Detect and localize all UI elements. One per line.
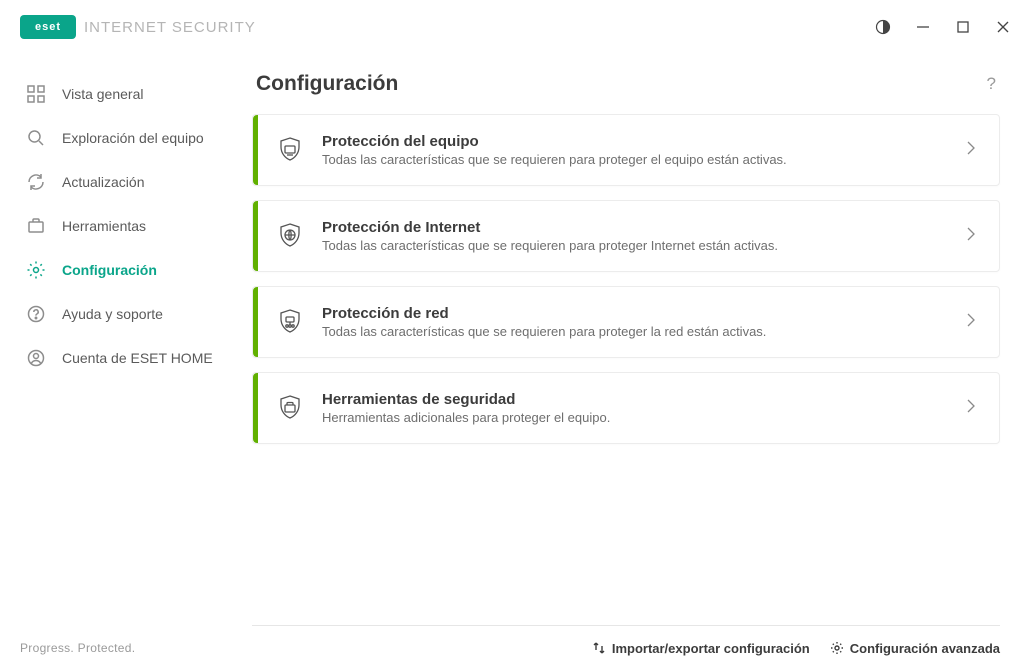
nav-label: Actualización xyxy=(62,174,145,190)
tagline: Progress. Protected. xyxy=(20,641,135,655)
refresh-icon xyxy=(26,172,46,192)
brand-badge: eset xyxy=(20,15,76,39)
nav-label: Vista general xyxy=(62,86,143,102)
card-internet-protection[interactable]: Protección de Internet Todas las caracte… xyxy=(252,200,1000,272)
card-subtitle: Herramientas adicionales para proteger e… xyxy=(322,410,963,425)
import-export-icon xyxy=(592,641,606,655)
title-bar: eset INTERNET SECURITY xyxy=(0,0,1024,54)
close-button[interactable] xyxy=(994,18,1012,36)
user-icon xyxy=(26,348,46,368)
gear-icon xyxy=(830,641,844,655)
help-icon xyxy=(26,304,46,324)
nav-label: Herramientas xyxy=(62,218,146,234)
theme-toggle-icon[interactable] xyxy=(874,18,892,36)
product-name: INTERNET SECURITY xyxy=(84,19,256,36)
sidebar-item-scan[interactable]: Exploración del equipo xyxy=(0,116,252,160)
card-subtitle: Todas las características que se requier… xyxy=(322,238,963,253)
globe-shield-icon xyxy=(258,221,322,251)
briefcase-icon xyxy=(26,216,46,236)
nav-label: Configuración xyxy=(62,262,157,278)
card-computer-protection[interactable]: Protección del equipo Todas las caracter… xyxy=(252,114,1000,186)
nav-label: Exploración del equipo xyxy=(62,130,204,146)
footer: Progress. Protected. Importar/exportar c… xyxy=(0,626,1024,670)
window-controls xyxy=(874,18,1012,36)
sidebar-item-config[interactable]: Configuración xyxy=(0,248,252,292)
app-logo: eset INTERNET SECURITY xyxy=(20,15,256,39)
sidebar-item-tools[interactable]: Herramientas xyxy=(0,204,252,248)
chevron-right-icon xyxy=(963,398,979,419)
chevron-right-icon xyxy=(963,312,979,333)
card-title: Protección del equipo xyxy=(322,133,963,150)
sidebar-item-help[interactable]: Ayuda y soporte xyxy=(0,292,252,336)
card-title: Protección de red xyxy=(322,305,963,322)
link-label: Importar/exportar configuración xyxy=(612,641,810,656)
minimize-button[interactable] xyxy=(914,18,932,36)
link-label: Configuración avanzada xyxy=(850,641,1000,656)
sidebar-item-update[interactable]: Actualización xyxy=(0,160,252,204)
chevron-right-icon xyxy=(963,140,979,161)
nav-label: Ayuda y soporte xyxy=(62,306,163,322)
card-subtitle: Todas las características que se requier… xyxy=(322,152,963,167)
card-network-protection[interactable]: Protección de red Todas las característi… xyxy=(252,286,1000,358)
card-security-tools[interactable]: Herramientas de seguridad Herramientas a… xyxy=(252,372,1000,444)
toolbox-shield-icon xyxy=(258,393,322,423)
gear-icon xyxy=(26,260,46,280)
maximize-button[interactable] xyxy=(954,18,972,36)
sidebar-item-overview[interactable]: Vista general xyxy=(0,72,252,116)
grid-icon xyxy=(26,84,46,104)
page-title: Configuración xyxy=(256,72,398,96)
card-title: Protección de Internet xyxy=(322,219,963,236)
card-subtitle: Todas las características que se requier… xyxy=(322,324,963,339)
advanced-config-link[interactable]: Configuración avanzada xyxy=(830,641,1000,656)
sidebar-item-account[interactable]: Cuenta de ESET HOME xyxy=(0,336,252,380)
import-export-link[interactable]: Importar/exportar configuración xyxy=(592,641,810,656)
config-card-list: Protección del equipo Todas las caracter… xyxy=(252,114,1000,444)
nav-label: Cuenta de ESET HOME xyxy=(62,350,213,366)
network-shield-icon xyxy=(258,307,322,337)
card-title: Herramientas de seguridad xyxy=(322,391,963,408)
page-help-icon[interactable]: ? xyxy=(987,74,996,94)
main-panel: Configuración ? Protección del equipo To… xyxy=(252,54,1024,626)
search-icon xyxy=(26,128,46,148)
chevron-right-icon xyxy=(963,226,979,247)
monitor-shield-icon xyxy=(258,135,322,165)
sidebar: Vista general Exploración del equipo Act… xyxy=(0,54,252,626)
